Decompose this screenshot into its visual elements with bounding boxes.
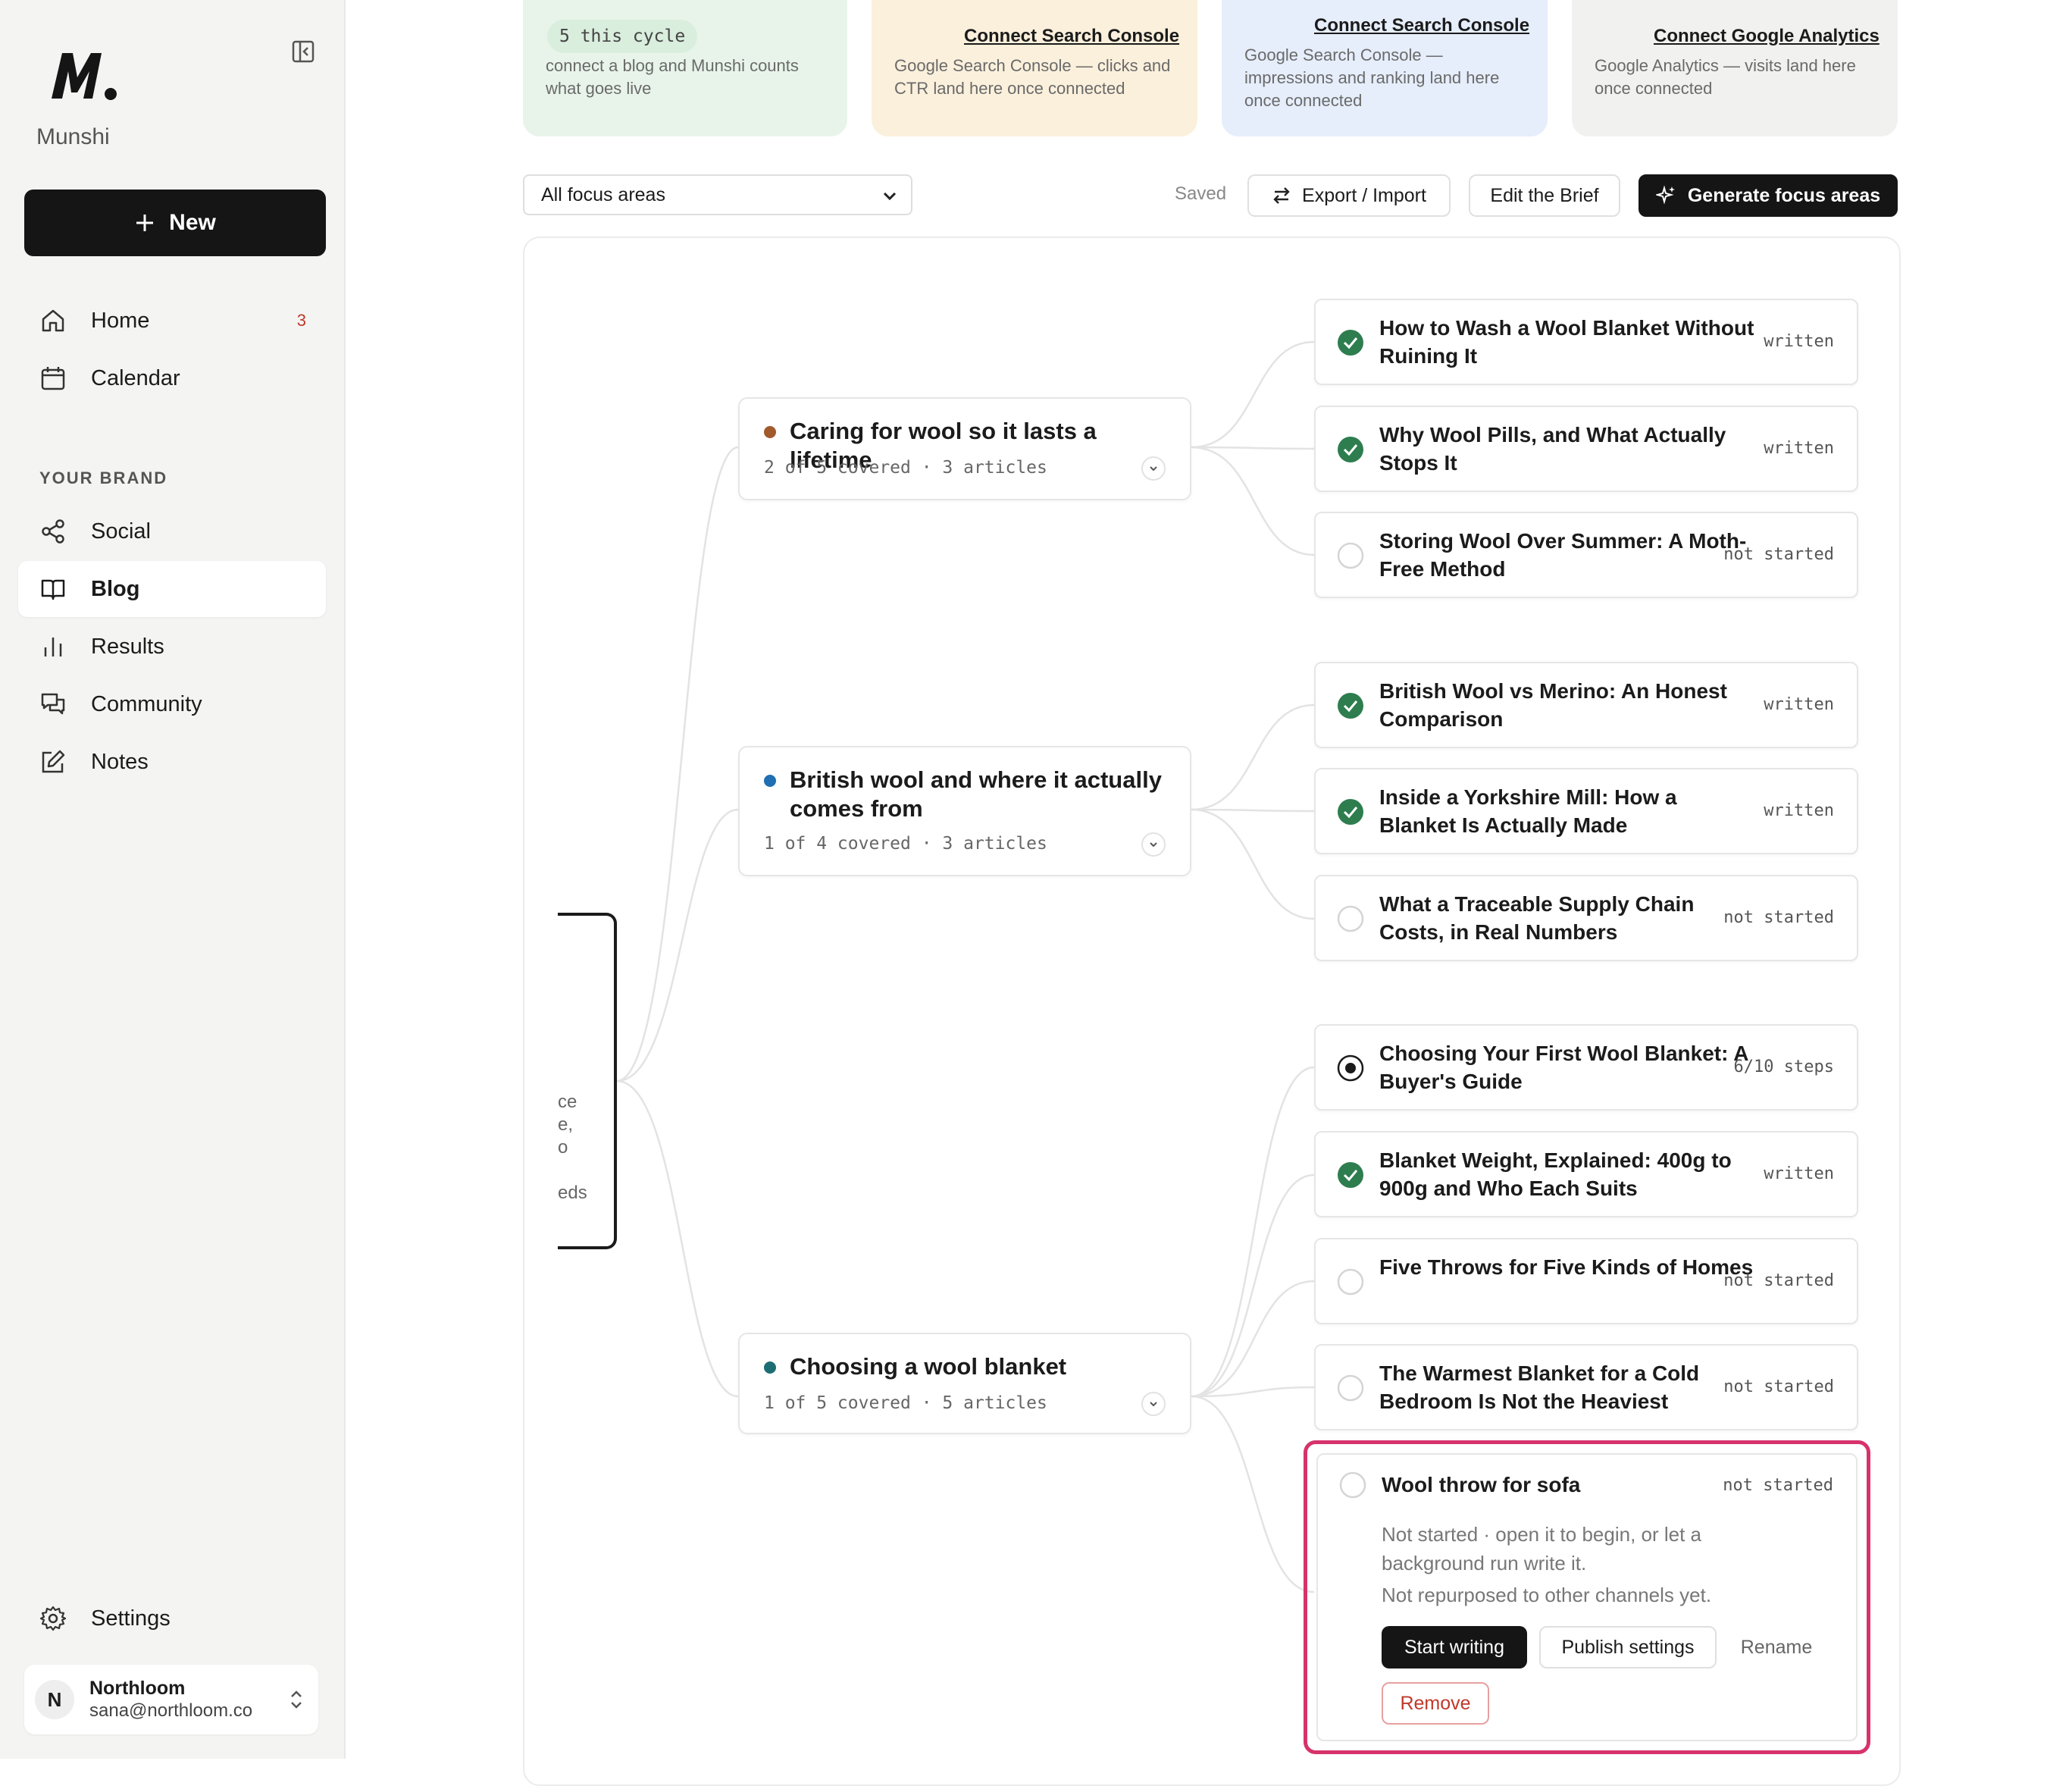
expand-chevron-icon[interactable] [1141,832,1166,857]
root-node-text: o [558,1137,568,1158]
article-description: Not started · open it to begin, or let a… [1382,1523,1702,1574]
article-title: What a Traceable Supply Chain Costs, in … [1379,892,1695,944]
article-node[interactable]: Inside a Yorkshire Mill: How a Blanket I… [1314,768,1858,854]
focus-area-title: British wool and where it actually comes… [790,766,1162,822]
article-status: written [1764,439,1834,458]
check-circle-icon [1338,799,1363,825]
focus-area-node[interactable]: Choosing a wool blanket 1 of 5 covered ·… [738,1333,1191,1434]
focus-area-meta: 1 of 5 covered · 5 articles [764,1393,1047,1413]
expand-chevron-icon[interactable] [1141,456,1166,481]
article-title: Choosing Your First Wool Blanket: A Buye… [1379,1042,1748,1093]
article-title: Wool throw for sofa [1382,1473,1581,1496]
rename-button[interactable]: Rename [1727,1626,1826,1668]
check-circle-icon [1338,693,1363,719]
focus-area-dot [764,1361,776,1374]
article-status: written [1764,695,1834,714]
empty-circle-icon [1337,905,1364,932]
article-title: Why Wool Pills, and What Actually Stops … [1379,423,1726,475]
focus-area-node[interactable]: Caring for wool so it lasts a lifetime 2… [738,397,1191,500]
focus-area-dot [764,775,776,787]
article-node[interactable]: Storing Wool Over Summer: A Moth-Free Me… [1314,512,1858,598]
empty-circle-icon [1337,1374,1364,1402]
root-node-text: eds [558,1183,587,1203]
repurpose-note: Not repurposed to other channels yet. [1382,1584,1712,1606]
article-status: written [1764,332,1834,351]
article-title: Storing Wool Over Summer: A Moth-Free Me… [1379,529,1747,581]
root-node-text: ce [558,1092,577,1112]
article-node[interactable]: Choosing Your First Wool Blanket: A Buye… [1314,1024,1858,1111]
check-circle-icon [1338,330,1363,356]
article-status: written [1764,1164,1834,1183]
article-status: not started [1723,1476,1833,1495]
article-status: not started [1723,1377,1834,1396]
article-node[interactable]: Why Wool Pills, and What Actually Stops … [1314,406,1858,492]
check-circle-icon [1338,437,1363,462]
focus-area-title: Choosing a wool blanket [790,1353,1067,1380]
publish-settings-button[interactable]: Publish settings [1539,1626,1717,1668]
article-node[interactable]: Blanket Weight, Explained: 400g to 900g … [1314,1131,1858,1217]
article-title: The Warmest Blanket for a Cold Bedroom I… [1379,1361,1700,1413]
article-node[interactable]: Five Throws for Five Kinds of Homes not … [1314,1238,1858,1324]
article-node[interactable]: British Wool vs Merino: An Honest Compar… [1314,662,1858,748]
focus-area-node[interactable]: British wool and where it actually comes… [738,746,1191,876]
article-status: not started [1723,545,1834,564]
article-detail: Wool throw for sofa not started Not star… [1316,1453,1858,1741]
start-writing-button[interactable]: Start writing [1382,1626,1527,1668]
empty-circle-icon [1339,1471,1366,1499]
selected-article-card[interactable]: Wool throw for sofa not started Not star… [1304,1440,1870,1754]
article-node[interactable]: How to Wash a Wool Blanket Without Ruini… [1314,299,1858,385]
in-progress-icon [1337,1054,1364,1082]
article-status: not started [1723,1271,1834,1290]
article-title: How to Wash a Wool Blanket Without Ruini… [1379,316,1754,368]
article-node[interactable]: What a Traceable Supply Chain Costs, in … [1314,875,1858,961]
focus-area-meta: 2 of 5 covered · 3 articles [764,458,1047,478]
empty-circle-icon [1337,1268,1364,1296]
article-title: Blanket Weight, Explained: 400g to 900g … [1379,1148,1732,1200]
root-node-text: e, [558,1114,574,1135]
focus-area-dot [764,426,776,438]
focus-area-meta: 1 of 4 covered · 3 articles [764,834,1047,854]
article-node[interactable]: The Warmest Blanket for a Cold Bedroom I… [1314,1344,1858,1430]
article-status: not started [1723,908,1834,927]
article-title: British Wool vs Merino: An Honest Compar… [1379,679,1727,731]
expand-chevron-icon[interactable] [1141,1392,1166,1416]
empty-circle-icon [1337,542,1364,569]
article-status: 6/10 steps [1733,1058,1834,1076]
check-circle-icon [1338,1162,1363,1188]
article-title: Five Throws for Five Kinds of Homes [1379,1255,1754,1279]
remove-button[interactable]: Remove [1382,1682,1489,1725]
article-status: written [1764,801,1834,820]
article-title: Inside a Yorkshire Mill: How a Blanket I… [1379,785,1677,837]
